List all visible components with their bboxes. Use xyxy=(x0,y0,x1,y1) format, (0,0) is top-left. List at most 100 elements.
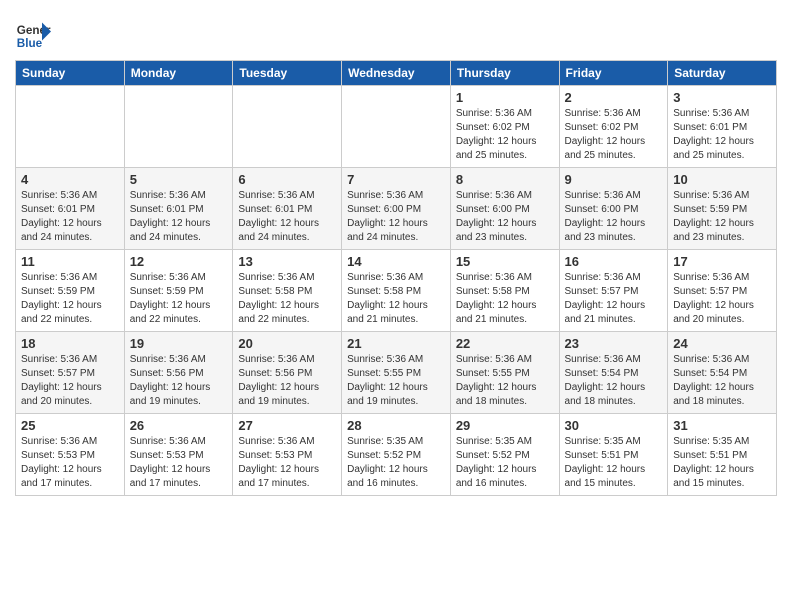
day-number: 25 xyxy=(21,418,119,433)
calendar-cell: 23 Sunrise: 5:36 AM Sunset: 5:54 PM Dayli… xyxy=(559,332,668,414)
calendar-cell: 20Sunrise: 5:36 AM Sunset: 5:56 PM Dayli… xyxy=(233,332,342,414)
day-number: 28 xyxy=(347,418,445,433)
logo: General Blue xyxy=(15,18,55,54)
cell-content: Sunrise: 5:36 AM Sunset: 5:58 PM Dayligh… xyxy=(347,271,445,327)
calendar-cell: 21 Sunrise: 5:36 AM Sunset: 5:55 PM Dayli… xyxy=(342,332,451,414)
day-number: 8 xyxy=(456,172,554,187)
day-number: 13 xyxy=(238,254,336,269)
cell-content: Sunrise: 5:35 AM Sunset: 5:52 PM Dayligh… xyxy=(347,435,445,491)
cell-content: Sunrise: 5:35 AM Sunset: 5:51 PM Dayligh… xyxy=(673,435,771,491)
cell-content: Sunrise: 5:36 AM Sunset: 5:57 PM Dayligh… xyxy=(565,271,663,327)
cell-content: Sunrise: 5:36 AM Sunset: 6:01 PM Dayligh… xyxy=(130,189,228,245)
calendar-week-row: 25 Sunrise: 5:36 AM Sunset: 5:53 PM Dayli… xyxy=(16,414,777,496)
day-number: 31 xyxy=(673,418,771,433)
calendar-cell: 9 Sunrise: 5:36 AM Sunset: 6:00 PM Daylig… xyxy=(559,168,668,250)
cell-content: Sunrise: 5:36 AM Sunset: 5:59 PM Dayligh… xyxy=(21,271,119,327)
calendar-week-row: 11 Sunrise: 5:36 AM Sunset: 5:59 PM Dayli… xyxy=(16,250,777,332)
cell-content: Sunrise: 5:36 AM Sunset: 5:57 PM Dayligh… xyxy=(21,353,119,409)
cell-content: Sunrise: 5:36 AM Sunset: 6:02 PM Dayligh… xyxy=(456,107,554,163)
cell-content: Sunrise: 5:36 AM Sunset: 5:58 PM Dayligh… xyxy=(456,271,554,327)
cell-content: Sunrise: 5:36 AM Sunset: 5:59 PM Dayligh… xyxy=(130,271,228,327)
calendar-cell: 3Sunrise: 5:36 AM Sunset: 6:01 PM Daylig… xyxy=(668,86,777,168)
calendar-cell: 29Sunrise: 5:35 AM Sunset: 5:52 PM Dayli… xyxy=(450,414,559,496)
cell-content: Sunrise: 5:36 AM Sunset: 6:00 PM Dayligh… xyxy=(347,189,445,245)
day-number: 4 xyxy=(21,172,119,187)
day-number: 16 xyxy=(565,254,663,269)
day-number: 23 xyxy=(565,336,663,351)
day-number: 6 xyxy=(238,172,336,187)
cell-content: Sunrise: 5:36 AM Sunset: 6:01 PM Dayligh… xyxy=(238,189,336,245)
cell-content: Sunrise: 5:36 AM Sunset: 6:01 PM Dayligh… xyxy=(21,189,119,245)
cell-content: Sunrise: 5:35 AM Sunset: 5:51 PM Dayligh… xyxy=(565,435,663,491)
day-number: 15 xyxy=(456,254,554,269)
calendar-cell: 31 Sunrise: 5:35 AM Sunset: 5:51 PM Dayli… xyxy=(668,414,777,496)
day-header-thursday: Thursday xyxy=(450,61,559,86)
calendar-cell: 11 Sunrise: 5:36 AM Sunset: 5:59 PM Dayli… xyxy=(16,250,125,332)
calendar: SundayMondayTuesdayWednesdayThursdayFrid… xyxy=(15,60,777,496)
day-number: 19 xyxy=(130,336,228,351)
day-number: 21 xyxy=(347,336,445,351)
calendar-cell: 2 Sunrise: 5:36 AM Sunset: 6:02 PM Daylig… xyxy=(559,86,668,168)
calendar-header-row: SundayMondayTuesdayWednesdayThursdayFrid… xyxy=(16,61,777,86)
calendar-cell: 4 Sunrise: 5:36 AM Sunset: 6:01 PM Daylig… xyxy=(16,168,125,250)
svg-text:Blue: Blue xyxy=(17,37,43,50)
day-number: 27 xyxy=(238,418,336,433)
header: General Blue xyxy=(15,10,777,54)
calendar-cell: 14Sunrise: 5:36 AM Sunset: 5:58 PM Dayli… xyxy=(342,250,451,332)
calendar-week-row: 1 Sunrise: 5:36 AM Sunset: 6:02 PM Daylig… xyxy=(16,86,777,168)
cell-content: Sunrise: 5:36 AM Sunset: 6:02 PM Dayligh… xyxy=(565,107,663,163)
day-number: 22 xyxy=(456,336,554,351)
cell-content: Sunrise: 5:36 AM Sunset: 5:54 PM Dayligh… xyxy=(673,353,771,409)
calendar-cell xyxy=(16,86,125,168)
calendar-cell: 30 Sunrise: 5:35 AM Sunset: 5:51 PM Dayli… xyxy=(559,414,668,496)
calendar-week-row: 4 Sunrise: 5:36 AM Sunset: 6:01 PM Daylig… xyxy=(16,168,777,250)
day-number: 11 xyxy=(21,254,119,269)
day-number: 30 xyxy=(565,418,663,433)
day-number: 1 xyxy=(456,90,554,105)
day-number: 17 xyxy=(673,254,771,269)
calendar-cell: 26Sunrise: 5:36 AM Sunset: 5:53 PM Dayli… xyxy=(124,414,233,496)
calendar-cell: 7 Sunrise: 5:36 AM Sunset: 6:00 PM Daylig… xyxy=(342,168,451,250)
calendar-cell: 27 Sunrise: 5:36 AM Sunset: 5:53 PM Dayli… xyxy=(233,414,342,496)
calendar-cell: 15 Sunrise: 5:36 AM Sunset: 5:58 PM Dayli… xyxy=(450,250,559,332)
calendar-cell xyxy=(233,86,342,168)
calendar-cell xyxy=(124,86,233,168)
day-number: 26 xyxy=(130,418,228,433)
day-number: 2 xyxy=(565,90,663,105)
calendar-cell: 16 Sunrise: 5:36 AM Sunset: 5:57 PM Dayli… xyxy=(559,250,668,332)
calendar-cell: 13 Sunrise: 5:36 AM Sunset: 5:58 PM Dayli… xyxy=(233,250,342,332)
day-header-tuesday: Tuesday xyxy=(233,61,342,86)
calendar-cell: 8 Sunrise: 5:36 AM Sunset: 6:00 PM Daylig… xyxy=(450,168,559,250)
day-number: 24 xyxy=(673,336,771,351)
calendar-cell: 6 Sunrise: 5:36 AM Sunset: 6:01 PM Daylig… xyxy=(233,168,342,250)
day-header-wednesday: Wednesday xyxy=(342,61,451,86)
day-header-saturday: Saturday xyxy=(668,61,777,86)
calendar-cell: 1 Sunrise: 5:36 AM Sunset: 6:02 PM Daylig… xyxy=(450,86,559,168)
cell-content: Sunrise: 5:36 AM Sunset: 5:53 PM Dayligh… xyxy=(21,435,119,491)
day-number: 20 xyxy=(238,336,336,351)
calendar-cell: 25 Sunrise: 5:36 AM Sunset: 5:53 PM Dayli… xyxy=(16,414,125,496)
day-header-sunday: Sunday xyxy=(16,61,125,86)
cell-content: Sunrise: 5:36 AM Sunset: 5:55 PM Dayligh… xyxy=(456,353,554,409)
calendar-cell: 28 Sunrise: 5:35 AM Sunset: 5:52 PM Dayli… xyxy=(342,414,451,496)
cell-content: Sunrise: 5:36 AM Sunset: 6:00 PM Dayligh… xyxy=(456,189,554,245)
day-number: 5 xyxy=(130,172,228,187)
calendar-cell: 19Sunrise: 5:36 AM Sunset: 5:56 PM Dayli… xyxy=(124,332,233,414)
logo-icon: General Blue xyxy=(15,18,51,54)
day-number: 9 xyxy=(565,172,663,187)
calendar-cell: 24 Sunrise: 5:36 AM Sunset: 5:54 PM Dayli… xyxy=(668,332,777,414)
day-header-monday: Monday xyxy=(124,61,233,86)
cell-content: Sunrise: 5:36 AM Sunset: 6:00 PM Dayligh… xyxy=(565,189,663,245)
day-header-friday: Friday xyxy=(559,61,668,86)
cell-content: Sunrise: 5:36 AM Sunset: 5:55 PM Dayligh… xyxy=(347,353,445,409)
calendar-cell: 22 Sunrise: 5:36 AM Sunset: 5:55 PM Dayli… xyxy=(450,332,559,414)
day-number: 10 xyxy=(673,172,771,187)
cell-content: Sunrise: 5:36 AM Sunset: 5:58 PM Dayligh… xyxy=(238,271,336,327)
calendar-cell: 12Sunrise: 5:36 AM Sunset: 5:59 PM Dayli… xyxy=(124,250,233,332)
cell-content: Sunrise: 5:36 AM Sunset: 5:54 PM Dayligh… xyxy=(565,353,663,409)
cell-content: Sunrise: 5:36 AM Sunset: 5:53 PM Dayligh… xyxy=(238,435,336,491)
day-number: 29 xyxy=(456,418,554,433)
day-number: 18 xyxy=(21,336,119,351)
calendar-cell: 10Sunrise: 5:36 AM Sunset: 5:59 PM Dayli… xyxy=(668,168,777,250)
day-number: 7 xyxy=(347,172,445,187)
